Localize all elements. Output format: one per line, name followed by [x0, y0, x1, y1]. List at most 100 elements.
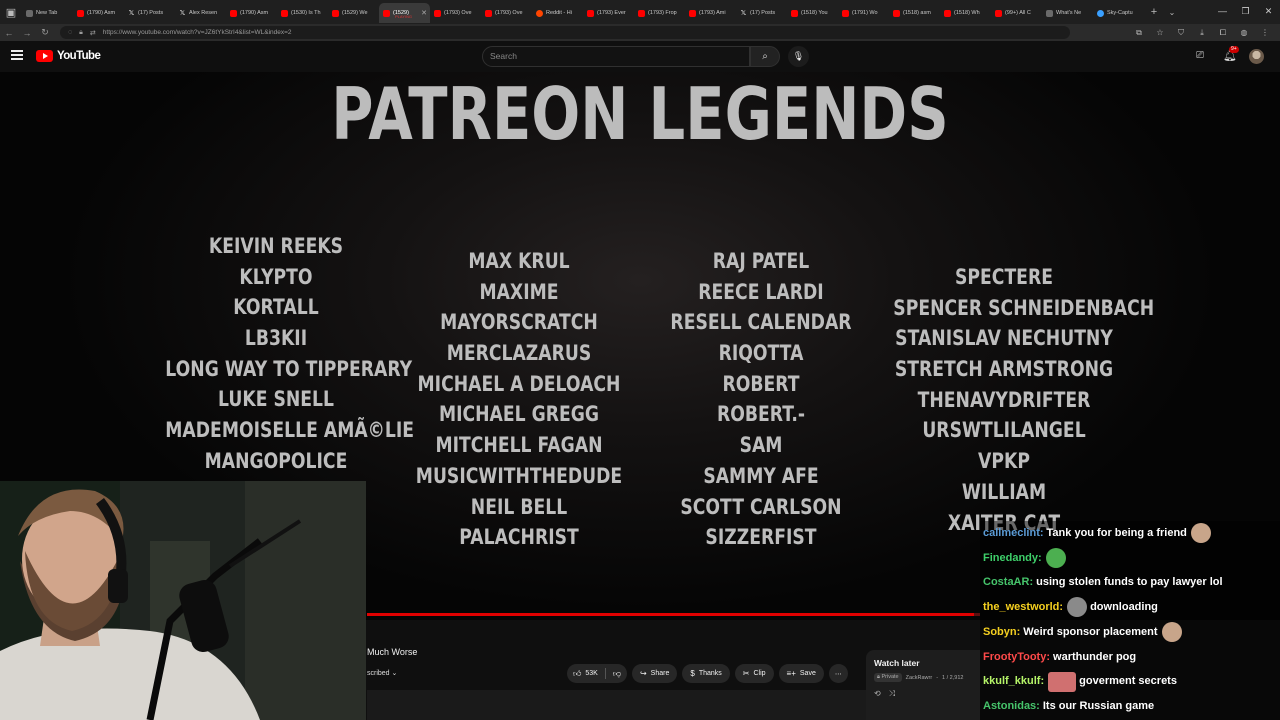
chat-username: the_westworld: — [983, 601, 1064, 614]
chat-message: the_westworld: downloading — [983, 595, 1158, 620]
webcam-image — [0, 481, 366, 720]
tab-title: (1793) Ove — [495, 10, 523, 16]
bookmark-star-icon[interactable]: ☆ — [1151, 28, 1169, 38]
browser-tab[interactable]: (1518) asm — [889, 3, 940, 23]
create-button[interactable]: ⎚ — [1196, 50, 1204, 61]
tab-title: (1793) Ami — [699, 10, 726, 16]
browser-tab[interactable]: (1529) PLAYING ✕ — [379, 3, 430, 23]
privacy-badge: 🔒︎ Private — [874, 673, 902, 682]
browser-tab[interactable]: (1790) Asm — [226, 3, 277, 23]
playlist-title[interactable]: Watch later — [874, 658, 972, 668]
browser-tab[interactable]: Sky-Captu — [1093, 3, 1144, 23]
shuffle-icon[interactable]: ⤨ — [889, 689, 895, 699]
youtube-favicon-icon — [485, 9, 492, 17]
browser-tab[interactable]: (1793) Frop — [634, 3, 685, 23]
browser-tab[interactable]: (1793) Ove — [430, 3, 481, 23]
youtube-favicon-icon — [281, 9, 288, 17]
thumbs-up-icon[interactable]: 👍︎ — [573, 669, 581, 679]
shield-icon[interactable]: ◌ — [68, 29, 72, 36]
youtube-favicon-icon — [791, 9, 798, 17]
patron-name: MAXIME — [479, 279, 559, 304]
browser-tab[interactable]: (1518) You — [787, 3, 838, 23]
chat-username: CostaAR: — [983, 576, 1034, 589]
like-count[interactable]: 53K — [585, 670, 597, 677]
thumbs-down-icon[interactable]: 👎︎ — [613, 669, 621, 679]
more-horizontal-icon: ⋯ — [834, 670, 842, 678]
page-favicon-icon — [26, 9, 33, 17]
browser-tab[interactable]: (99+) All C — [991, 3, 1042, 23]
patron-name: REECE LARDI — [698, 279, 824, 304]
privacy-label: Private — [881, 674, 899, 680]
playlist-owner[interactable]: ZackRawrr — [906, 675, 933, 681]
like-divider — [604, 668, 606, 679]
browser-tab[interactable]: (1518) Wh — [940, 3, 991, 23]
voice-search-button[interactable]: 🎙︎ — [788, 46, 809, 67]
close-window-icon[interactable]: ✕ — [1257, 0, 1280, 24]
guide-menu-icon[interactable] — [11, 50, 23, 60]
youtube-play-icon — [36, 50, 53, 62]
youtube-favicon-icon — [689, 9, 696, 17]
account-avatar[interactable] — [1249, 49, 1264, 64]
url-field[interactable]: ◌ 🔒︎ ⇄ https://www.youtube.com/watch?v=J… — [60, 26, 1070, 39]
site-favicon-icon — [1097, 9, 1104, 17]
browser-tab[interactable]: (1790) Asm — [73, 3, 124, 23]
search-icon: ⌕ — [762, 51, 768, 62]
video-progress-bar[interactable] — [367, 613, 980, 616]
browser-tab[interactable]: 𝕏 (17) Posts — [124, 3, 175, 23]
patron-name: THENAVYDRIFTER — [917, 387, 1091, 412]
share-label: Share — [650, 670, 670, 677]
tab-search-icon[interactable]: ⌄ — [1164, 8, 1180, 17]
page-favicon-icon — [1046, 9, 1053, 17]
back-icon[interactable]: ← — [0, 28, 18, 38]
tab-title: Reddit - Hi — [546, 10, 572, 16]
watch-later-panel[interactable]: Watch later 🔒︎ Private ZackRawrr - 1 / 2… — [866, 650, 980, 720]
browser-tab[interactable]: (1793) Ever — [583, 3, 634, 23]
loop-icon[interactable]: ⟲ — [874, 689, 881, 699]
browser-tab[interactable]: New Tab — [22, 3, 73, 23]
url-text[interactable]: https://www.youtube.com/watch?v=JZ6tYkSt… — [103, 29, 292, 36]
pip-icon[interactable]: ⧉ — [1130, 28, 1148, 38]
playlist-controls: ⟲ ⤨ — [874, 689, 972, 699]
thanks-button[interactable]: $ Thanks — [682, 664, 730, 683]
browser-tab[interactable]: (1793) Ove — [481, 3, 532, 23]
restore-icon[interactable]: ❐ — [1234, 0, 1257, 24]
profile-icon[interactable]: ◍ — [1235, 28, 1253, 38]
chevron-down-icon: ⌄ — [391, 670, 398, 677]
extension-shield-icon[interactable]: ⛉ — [1172, 28, 1190, 38]
extensions-icon[interactable]: ⧠ — [1214, 28, 1232, 38]
youtube-wordmark: YouTube — [57, 50, 101, 62]
browser-tab[interactable]: Reddit - Hi — [532, 3, 583, 23]
reload-icon[interactable]: ↻ — [36, 27, 54, 38]
notification-badge: 9+ — [1229, 46, 1239, 53]
downloads-icon[interactable]: ⤓ — [1193, 28, 1211, 38]
forward-icon[interactable]: → — [18, 28, 36, 38]
lock-icon: 🔒︎ — [877, 674, 880, 680]
patron-name: RESELL CALENDAR — [670, 310, 852, 335]
share-button[interactable]: ↪ Share — [631, 664, 678, 683]
patron-name: MITCHELL FAGAN — [435, 433, 603, 458]
browser-tab[interactable]: 𝕏 Alex Resen — [175, 3, 226, 23]
browser-tab[interactable]: (1529) We — [328, 3, 379, 23]
tab-close-icon[interactable]: ✕ — [421, 9, 427, 17]
browser-menu-icon[interactable]: ▣ — [0, 1, 22, 23]
minimize-icon[interactable]: — — [1211, 0, 1234, 24]
more-actions-button[interactable]: ⋯ — [828, 664, 848, 683]
save-label: Save — [799, 670, 816, 677]
browser-tab[interactable]: (1793) Ami — [685, 3, 736, 23]
youtube-logo[interactable]: YouTube — [36, 50, 101, 62]
lock-icon[interactable]: 🔒︎ — [79, 29, 83, 37]
subscribe-button[interactable]: scribed ⌄ — [367, 669, 397, 677]
browser-tab[interactable]: What's Ne — [1042, 3, 1093, 23]
site-settings-icon[interactable]: ⇄ — [90, 29, 96, 37]
search-input[interactable]: Search — [482, 46, 750, 67]
patron-name: SAM — [739, 433, 783, 458]
save-button[interactable]: ≡+ Save — [778, 664, 824, 683]
patron-name: SPECTERE — [955, 265, 1053, 289]
browser-tab[interactable]: (1530) Is Th — [277, 3, 328, 23]
browser-tab[interactable]: 𝕏 (17) Posts — [736, 3, 787, 23]
browser-tab[interactable]: (1791) Wo — [838, 3, 889, 23]
clip-button[interactable]: ✂ Clip — [734, 664, 774, 683]
browser-more-icon[interactable]: ⋮ — [1256, 28, 1274, 38]
new-tab-button[interactable]: + — [1144, 6, 1164, 18]
search-button[interactable]: ⌕ — [750, 46, 780, 67]
